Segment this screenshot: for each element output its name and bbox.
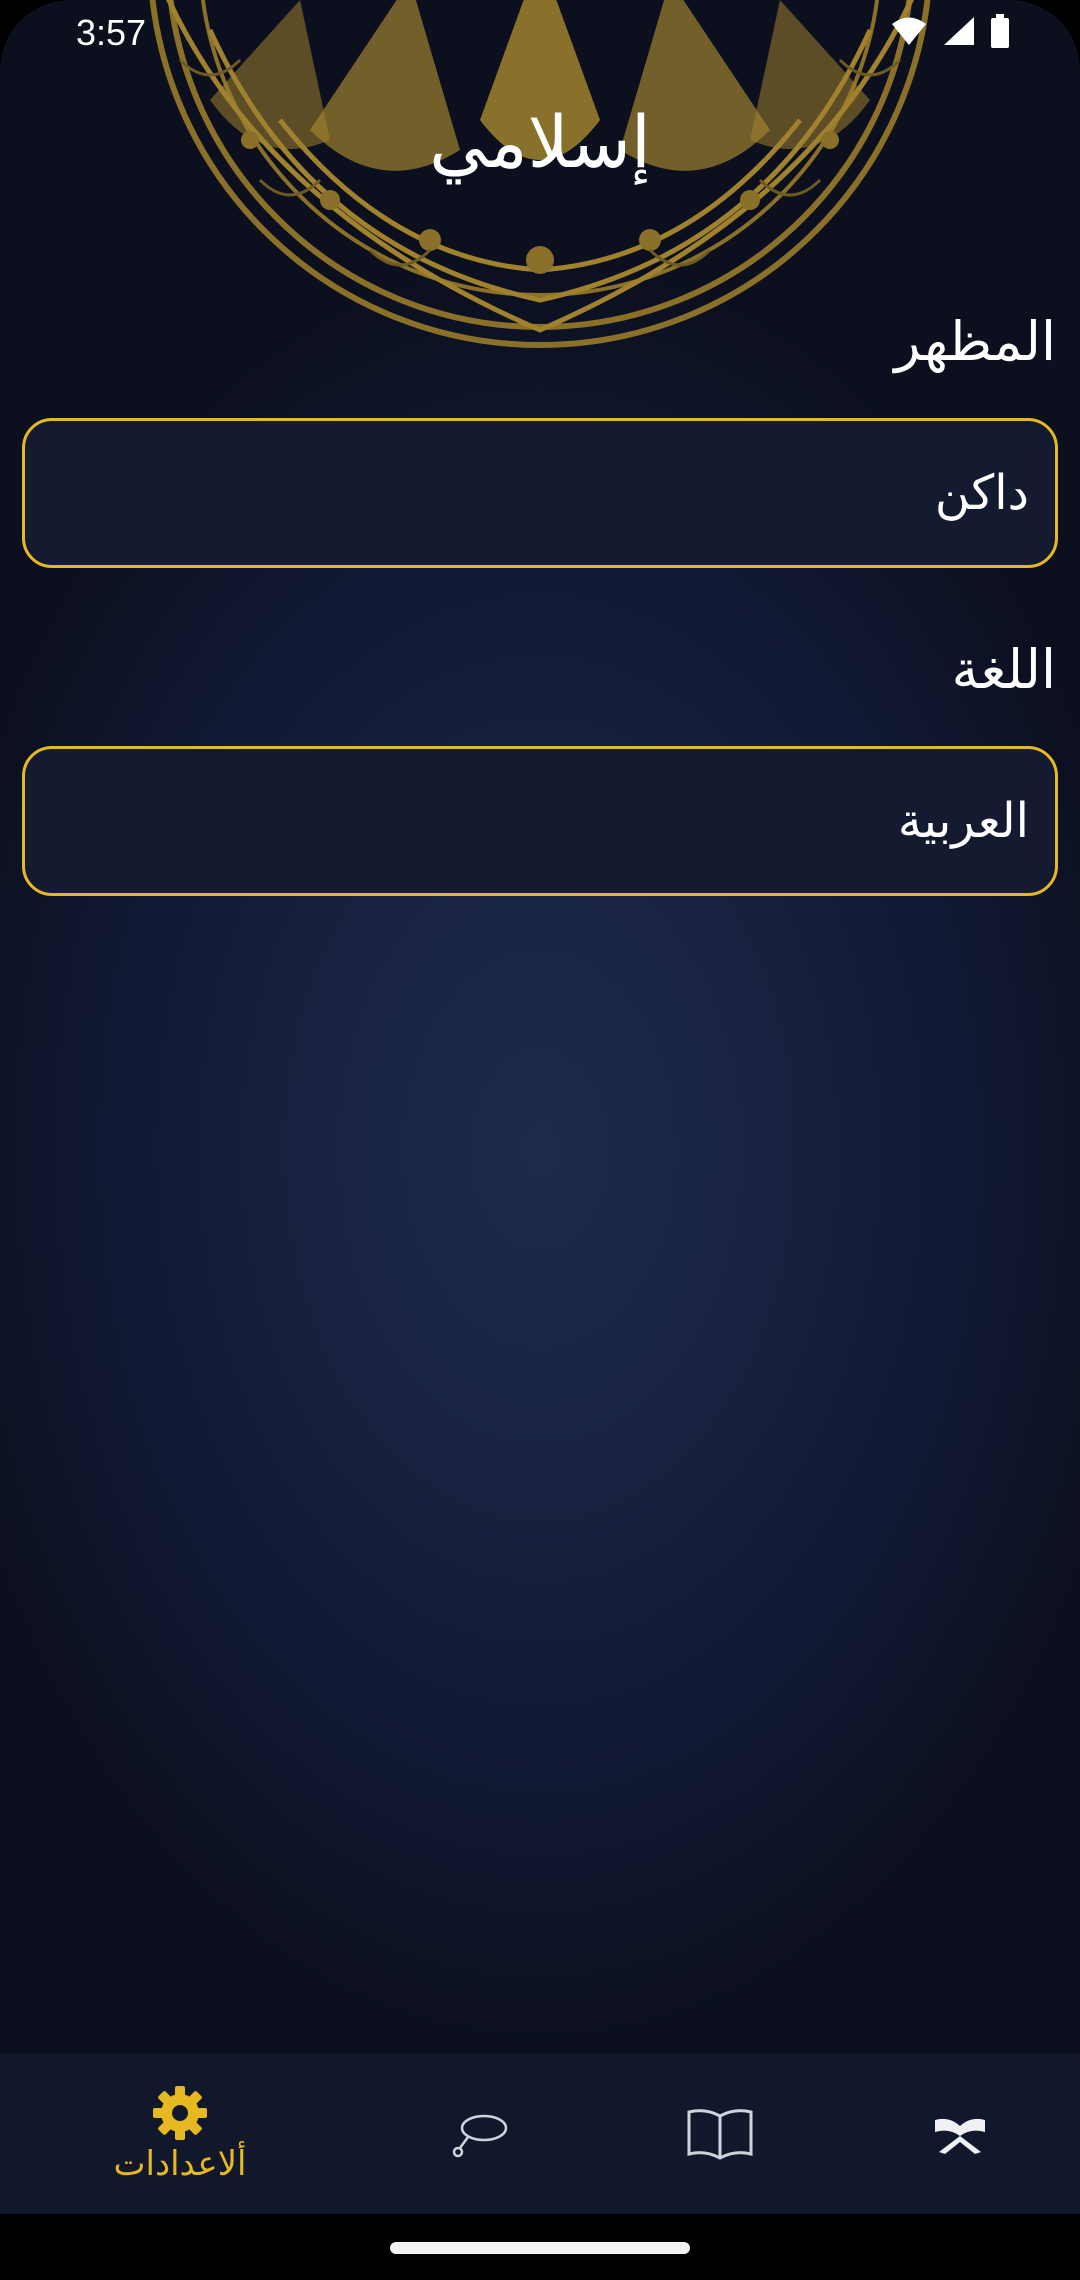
- wifi-icon: [892, 17, 926, 45]
- theme-select[interactable]: داكن: [22, 418, 1058, 568]
- language-select[interactable]: العربية: [22, 746, 1058, 896]
- home-indicator[interactable]: [390, 2242, 690, 2254]
- bottom-nav: ألاعدادات: [0, 2054, 1080, 2214]
- quran-stand-icon: [935, 2118, 985, 2154]
- signal-icon: [944, 17, 974, 45]
- status-icons: [890, 14, 1010, 48]
- battery-icon: [991, 14, 1009, 48]
- app-screen: 3:57 إسلامي المظهر داكن اللغة العربية أل…: [0, 0, 1080, 2280]
- nav-item-quran[interactable]: [900, 2054, 1020, 2214]
- nav-item-tasbeeh[interactable]: [420, 2054, 540, 2214]
- nav-label-settings: ألاعدادات: [113, 2144, 247, 2184]
- nav-item-hadith[interactable]: [660, 2054, 780, 2214]
- theme-select-value: داكن: [934, 465, 1029, 521]
- status-time: 3:57: [76, 12, 147, 53]
- open-book-icon: [687, 2109, 753, 2160]
- nav-item-settings[interactable]: ألاعدادات: [80, 2054, 280, 2214]
- prayer-beads-icon: [452, 2114, 508, 2158]
- gear-icon: [153, 2086, 207, 2140]
- page-title: إسلامي: [429, 100, 651, 184]
- status-bar: 3:57: [0, 0, 1080, 72]
- language-label: اللغة: [951, 638, 1056, 701]
- language-select-value: العربية: [897, 793, 1029, 849]
